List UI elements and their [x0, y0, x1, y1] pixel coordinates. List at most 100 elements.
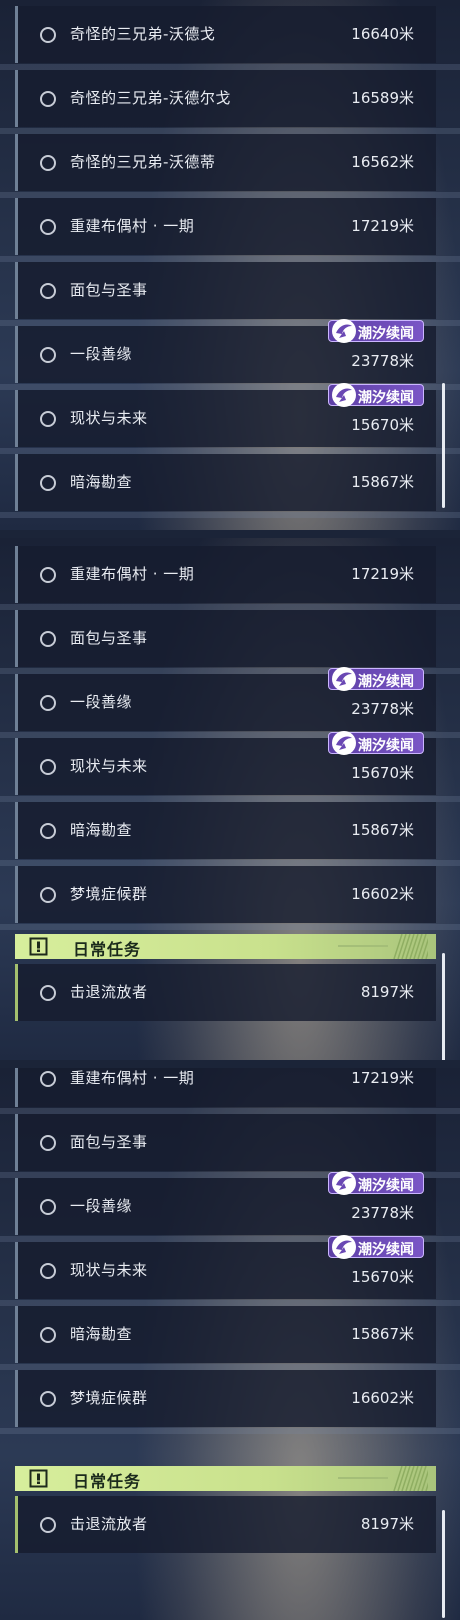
alert-icon [29, 1469, 48, 1488]
quest-radio-icon[interactable] [40, 631, 56, 647]
quest-row[interactable]: 面包与圣事 [15, 610, 436, 667]
quest-title: 奇怪的三兄弟-沃德蒂 [70, 153, 216, 171]
quest-row[interactable]: 暗海勘查 15867米 [15, 1306, 436, 1363]
daily-quest-row[interactable]: 击退流放者 8197米 [15, 964, 436, 1021]
quest-row[interactable]: 奇怪的三兄弟-沃德尔戈 16589米 [15, 70, 436, 127]
quest-radio-icon[interactable] [40, 695, 56, 711]
quest-radio-icon[interactable] [40, 1517, 56, 1533]
quest-title: 面包与圣事 [70, 629, 148, 647]
quest-radio-icon[interactable] [40, 411, 56, 427]
event-badge: 潮汐续闻 [328, 383, 424, 407]
quest-row[interactable]: 暗海勘查 15867米 [15, 802, 436, 859]
quest-distance: 8197米 [360, 983, 414, 1001]
quest-radio-icon[interactable] [40, 1135, 56, 1151]
quest-radio-icon[interactable] [40, 1071, 56, 1087]
quest-title: 暗海勘查 [70, 473, 133, 491]
quest-row[interactable]: 重建布偶村 · 一期 17219米 [15, 1068, 436, 1107]
quest-radio-icon[interactable] [40, 1263, 56, 1279]
daily-tasks-header: 日常任务 [15, 934, 436, 959]
quest-row[interactable]: 一段善缘 23778米 潮汐续闻 [15, 319, 436, 383]
quest-row[interactable]: 现状与未来 15670米 潮汐续闻 [15, 383, 436, 447]
event-badge: 潮汐续闻 [328, 667, 424, 691]
quest-distance: 15867米 [351, 1325, 414, 1343]
quest-title: 一段善缘 [70, 693, 133, 711]
event-badge-label: 潮汐续闻 [358, 326, 414, 342]
quest-row[interactable]: 一段善缘 23778米 潮汐续闻 [15, 667, 436, 731]
tide-emblem-icon [332, 667, 356, 691]
quest-distance: 17219米 [351, 565, 414, 583]
quest-row[interactable]: 现状与未来 15670米 潮汐续闻 [15, 1235, 436, 1299]
quest-title: 一段善缘 [70, 1197, 133, 1215]
event-badge: 潮汐续闻 [328, 319, 424, 343]
quest-row[interactable]: 重建布偶村 · 一期 17219米 [15, 546, 436, 603]
tide-emblem-icon [332, 319, 356, 343]
quest-title: 一段善缘 [70, 345, 133, 363]
event-badge-label: 潮汐续闻 [358, 1178, 414, 1194]
quest-distance: 23778米 [351, 1204, 414, 1222]
quest-title: 梦境症候群 [70, 885, 148, 903]
quest-distance: 15867米 [351, 473, 414, 491]
quest-radio-icon[interactable] [40, 567, 56, 583]
quest-row[interactable]: 面包与圣事 [15, 262, 436, 319]
quest-row[interactable]: 现状与未来 15670米 潮汐续闻 [15, 731, 436, 795]
tide-emblem-icon [332, 1171, 356, 1195]
scrollbar-thumb[interactable] [442, 383, 445, 508]
header-decoration-icon [338, 934, 428, 959]
quest-row[interactable]: 重建布偶村 · 一期 17219米 [15, 198, 436, 255]
quest-radio-icon[interactable] [40, 1199, 56, 1215]
alert-icon [29, 937, 48, 956]
quest-radio-icon[interactable] [40, 887, 56, 903]
quest-radio-icon[interactable] [40, 985, 56, 1001]
quest-row[interactable]: 奇怪的三兄弟-沃德蒂 16562米 [15, 134, 436, 191]
quest-distance: 23778米 [351, 352, 414, 370]
tide-emblem-icon [332, 731, 356, 755]
quest-distance: 16602米 [351, 1389, 414, 1407]
quest-title: 现状与未来 [70, 1261, 148, 1279]
event-badge-label: 潮汐续闻 [358, 390, 414, 406]
quest-distance: 8197米 [360, 1515, 414, 1533]
daily-tasks-title: 日常任务 [73, 940, 142, 959]
quest-row[interactable]: 一段善缘 23778米 潮汐续闻 [15, 1171, 436, 1235]
scrollbar-thumb[interactable] [442, 1510, 445, 1618]
quest-radio-icon[interactable] [40, 475, 56, 491]
quest-radio-icon[interactable] [40, 759, 56, 775]
tide-emblem-icon [332, 383, 356, 407]
quest-radio-icon[interactable] [40, 27, 56, 43]
quest-title: 梦境症候群 [70, 1389, 148, 1407]
quest-radio-icon[interactable] [40, 219, 56, 235]
daily-quest-row[interactable]: 击退流放者 8197米 [15, 1496, 436, 1553]
quest-row[interactable]: 梦境症候群 16602米 [15, 1370, 436, 1427]
quest-row[interactable]: 暗海勘查 15867米 [15, 454, 436, 511]
quest-distance: 16562米 [351, 153, 414, 171]
quest-radio-icon[interactable] [40, 91, 56, 107]
quest-radio-icon[interactable] [40, 347, 56, 363]
event-badge: 潮汐续闻 [328, 1235, 424, 1259]
quest-panel: 奇怪的三兄弟-沃德戈 16640米 奇怪的三兄弟-沃德尔戈 16589米 奇怪的三兄弟-… [0, 0, 460, 530]
event-badge-label: 潮汐续闻 [358, 1242, 414, 1258]
header-decoration-icon [338, 1466, 428, 1491]
event-badge: 潮汐续闻 [328, 1171, 424, 1195]
quest-row[interactable]: 梦境症候群 16602米 [15, 866, 436, 923]
quest-panel: 重建布偶村 · 一期 17219米面包与圣事一段善缘 23778米 潮汐续闻 现状与未来… [0, 538, 460, 1060]
quest-radio-icon[interactable] [40, 823, 56, 839]
quest-row[interactable]: 面包与圣事 [15, 1114, 436, 1171]
quest-title: 奇怪的三兄弟-沃德戈 [70, 25, 216, 43]
quest-title: 奇怪的三兄弟-沃德尔戈 [70, 89, 231, 107]
quest-radio-icon[interactable] [40, 283, 56, 299]
quest-distance: 15670米 [351, 1268, 414, 1286]
quest-radio-icon[interactable] [40, 1391, 56, 1407]
quest-radio-icon[interactable] [40, 155, 56, 171]
quest-distance: 16589米 [351, 89, 414, 107]
quest-distance: 15867米 [351, 821, 414, 839]
quest-title: 面包与圣事 [70, 281, 148, 299]
tide-emblem-icon [332, 1235, 356, 1259]
daily-tasks-header: 日常任务 [15, 1466, 436, 1491]
quest-title: 重建布偶村 · 一期 [70, 217, 195, 235]
quest-distance: 15670米 [351, 764, 414, 782]
scrollbar-thumb[interactable] [442, 953, 445, 1060]
quest-distance: 17219米 [351, 217, 414, 235]
quest-radio-icon[interactable] [40, 1327, 56, 1343]
quest-title: 重建布偶村 · 一期 [70, 1069, 195, 1087]
quest-row[interactable]: 奇怪的三兄弟-沃德戈 16640米 [15, 6, 436, 63]
quest-distance: 15670米 [351, 416, 414, 434]
